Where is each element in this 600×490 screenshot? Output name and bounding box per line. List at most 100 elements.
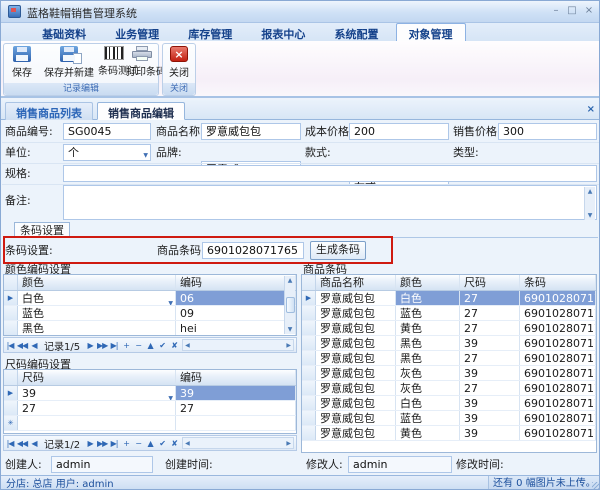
nav-next-page-icon[interactable]: ▶▶ — [96, 439, 108, 448]
nav-last-icon[interactable]: ▶| — [108, 341, 120, 350]
nav-first-icon[interactable]: |◀ — [4, 341, 16, 350]
column-header-name[interactable]: 商品名称 — [316, 275, 396, 290]
ribbon-tab-inventory[interactable]: 库存管理 — [176, 24, 244, 42]
barcode-settings-tab[interactable]: 条码设置 — [14, 222, 70, 238]
close-form-button[interactable]: × 关闭 — [164, 46, 194, 84]
sale-price-field[interactable]: 300 — [498, 123, 597, 140]
table-row[interactable]: 27 27 — [4, 401, 296, 416]
nav-cancel-icon[interactable]: ✘ — [168, 341, 180, 350]
ribbon-tab-system-config[interactable]: 系统配置 — [322, 24, 390, 42]
creator-field[interactable]: admin — [51, 456, 153, 473]
nav-prev-page-icon[interactable]: ◀◀ — [16, 341, 28, 350]
nav-next-icon[interactable]: ▶ — [84, 341, 96, 350]
nav-add-icon[interactable]: + — [120, 341, 132, 350]
nav-cancel-icon[interactable]: ✘ — [168, 439, 180, 448]
scroll-down-icon[interactable]: ▼ — [288, 326, 293, 333]
column-header-size[interactable]: 尺码 — [18, 370, 176, 385]
modify-time-label: 修改时间: — [456, 457, 504, 473]
nav-remove-icon[interactable]: − — [132, 341, 144, 350]
table-row[interactable]: 罗意威包包 黑色 39 690102807176... — [302, 336, 596, 351]
spec-field[interactable] — [63, 165, 597, 182]
table-row[interactable]: 罗意威包包 黄色 39 690102807176... — [302, 426, 596, 441]
scroll-right-icon[interactable]: ▶ — [286, 440, 291, 447]
ribbon-tab-basic-data[interactable]: 基础资料 — [30, 24, 98, 42]
column-header-code[interactable]: 编码 — [176, 275, 296, 290]
nav-edit-icon[interactable]: ▲ — [144, 341, 156, 350]
nav-last-icon[interactable]: ▶| — [108, 439, 120, 448]
new-row[interactable]: ✳ — [4, 416, 296, 431]
modifier-field[interactable]: admin — [348, 456, 452, 473]
nav-post-icon[interactable]: ✔ — [156, 341, 168, 350]
scroll-left-icon[interactable]: ◀ — [185, 440, 190, 447]
remark-textarea[interactable]: ▲ ▼ — [63, 185, 597, 220]
ribbon-tab-object-management[interactable]: 对象管理 — [396, 23, 466, 41]
table-row[interactable]: 罗意威包包 蓝色 39 690102807176... — [302, 411, 596, 426]
maximize-button-icon[interactable]: □ — [565, 4, 579, 18]
save-new-icon — [60, 46, 78, 62]
column-header-color[interactable]: 颜色 — [18, 275, 176, 290]
chevron-down-icon[interactable]: ▼ — [168, 391, 173, 400]
ribbon-group-record-edit: 保存 保存并新建 条码测试 打印条码 记录编辑 — [3, 43, 159, 96]
app-icon — [8, 5, 21, 18]
save-and-new-button[interactable]: 保存并新建 — [40, 46, 98, 84]
doc-tab-close-icon[interactable]: × — [587, 104, 595, 115]
horizontal-scrollbar[interactable]: ◀ ▶ — [182, 339, 294, 351]
nav-next-page-icon[interactable]: ▶▶ — [96, 341, 108, 350]
nav-prev-icon[interactable]: ◀ — [28, 341, 40, 350]
nav-prev-page-icon[interactable]: ◀◀ — [16, 439, 28, 448]
spec-label: 规格: — [5, 166, 31, 182]
scroll-down-icon[interactable]: ▼ — [588, 212, 593, 219]
resize-grip[interactable] — [592, 482, 600, 490]
product-no-field[interactable]: SG0045 — [63, 123, 151, 140]
scroll-left-icon[interactable]: ◀ — [185, 342, 190, 349]
table-row[interactable]: 黑色 hei — [4, 321, 296, 336]
close-button-icon[interactable]: × — [582, 4, 596, 18]
chevron-down-icon[interactable]: ▼ — [143, 149, 148, 161]
color-grid-scrollbar[interactable]: ▲ ▼ — [284, 276, 295, 334]
tab-product-edit[interactable]: 销售商品编辑 — [97, 102, 185, 120]
product-barcode-field[interactable]: 6901028071765 — [202, 242, 304, 259]
save-button[interactable]: 保存 — [6, 46, 38, 84]
nav-post-icon[interactable]: ✔ — [156, 439, 168, 448]
table-row[interactable]: 罗意威包包 蓝色 27 690102807176... — [302, 306, 596, 321]
table-row[interactable]: 罗意威包包 灰色 27 690102807176... — [302, 381, 596, 396]
scroll-up-icon[interactable]: ▲ — [588, 188, 593, 195]
nav-remove-icon[interactable]: − — [132, 439, 144, 448]
ribbon-tab-business[interactable]: 业务管理 — [103, 24, 171, 42]
table-row[interactable]: 罗意威包包 黑色 27 690102807176... — [302, 351, 596, 366]
table-row[interactable]: 罗意威包包 灰色 39 690102807176... — [302, 366, 596, 381]
column-header-size[interactable]: 尺码 — [460, 275, 520, 290]
remark-scrollbar[interactable]: ▲ ▼ — [584, 187, 595, 220]
status-branch-user: 分店: 总店 用户: admin — [6, 477, 114, 490]
column-header-color[interactable]: 颜色 — [396, 275, 460, 290]
generate-barcode-button[interactable]: 生成条码 — [310, 241, 366, 260]
table-row[interactable]: ▶ 白色▼ 06 — [4, 291, 296, 306]
ribbon-tab-reports[interactable]: 报表中心 — [249, 24, 317, 42]
nav-prev-icon[interactable]: ◀ — [28, 439, 40, 448]
table-row[interactable]: 蓝色 09 — [4, 306, 296, 321]
horizontal-scrollbar[interactable]: ◀ ▶ — [182, 437, 294, 449]
size-grid-header: 尺码 编码 — [4, 370, 296, 386]
nav-add-icon[interactable]: + — [120, 439, 132, 448]
nav-first-icon[interactable]: |◀ — [4, 439, 16, 448]
barcode-icon — [104, 46, 124, 60]
product-name-field[interactable]: 罗意威包包 — [201, 123, 301, 140]
scrollbar-thumb[interactable] — [286, 297, 295, 313]
table-row[interactable]: ▶ 罗意威包包 白色 27 690102807176... — [302, 291, 596, 306]
print-barcode-button[interactable]: 打印条码 — [126, 46, 158, 84]
scroll-right-icon[interactable]: ▶ — [286, 342, 291, 349]
tab-product-list[interactable]: 销售商品列表 — [5, 102, 93, 120]
column-header-code[interactable]: 编码 — [176, 370, 296, 385]
nav-edit-icon[interactable]: ▲ — [144, 439, 156, 448]
table-row[interactable]: 罗意威包包 白色 39 690102807176... — [302, 396, 596, 411]
cost-price-field[interactable]: 200 — [349, 123, 449, 140]
chevron-down-icon[interactable]: ▼ — [168, 296, 173, 305]
scroll-up-icon[interactable]: ▲ — [288, 277, 293, 284]
unit-combobox[interactable]: 个▼ — [63, 144, 151, 161]
nav-next-icon[interactable]: ▶ — [84, 439, 96, 448]
minimize-button-icon[interactable]: – — [549, 4, 563, 18]
table-row[interactable]: ▶ 39▼ 39 — [4, 386, 296, 401]
column-header-barcode[interactable]: 条码 — [520, 275, 596, 290]
table-row[interactable]: 罗意威包包 黄色 27 690102807176... — [302, 321, 596, 336]
record-counter: 记录1/5 — [44, 338, 80, 353]
